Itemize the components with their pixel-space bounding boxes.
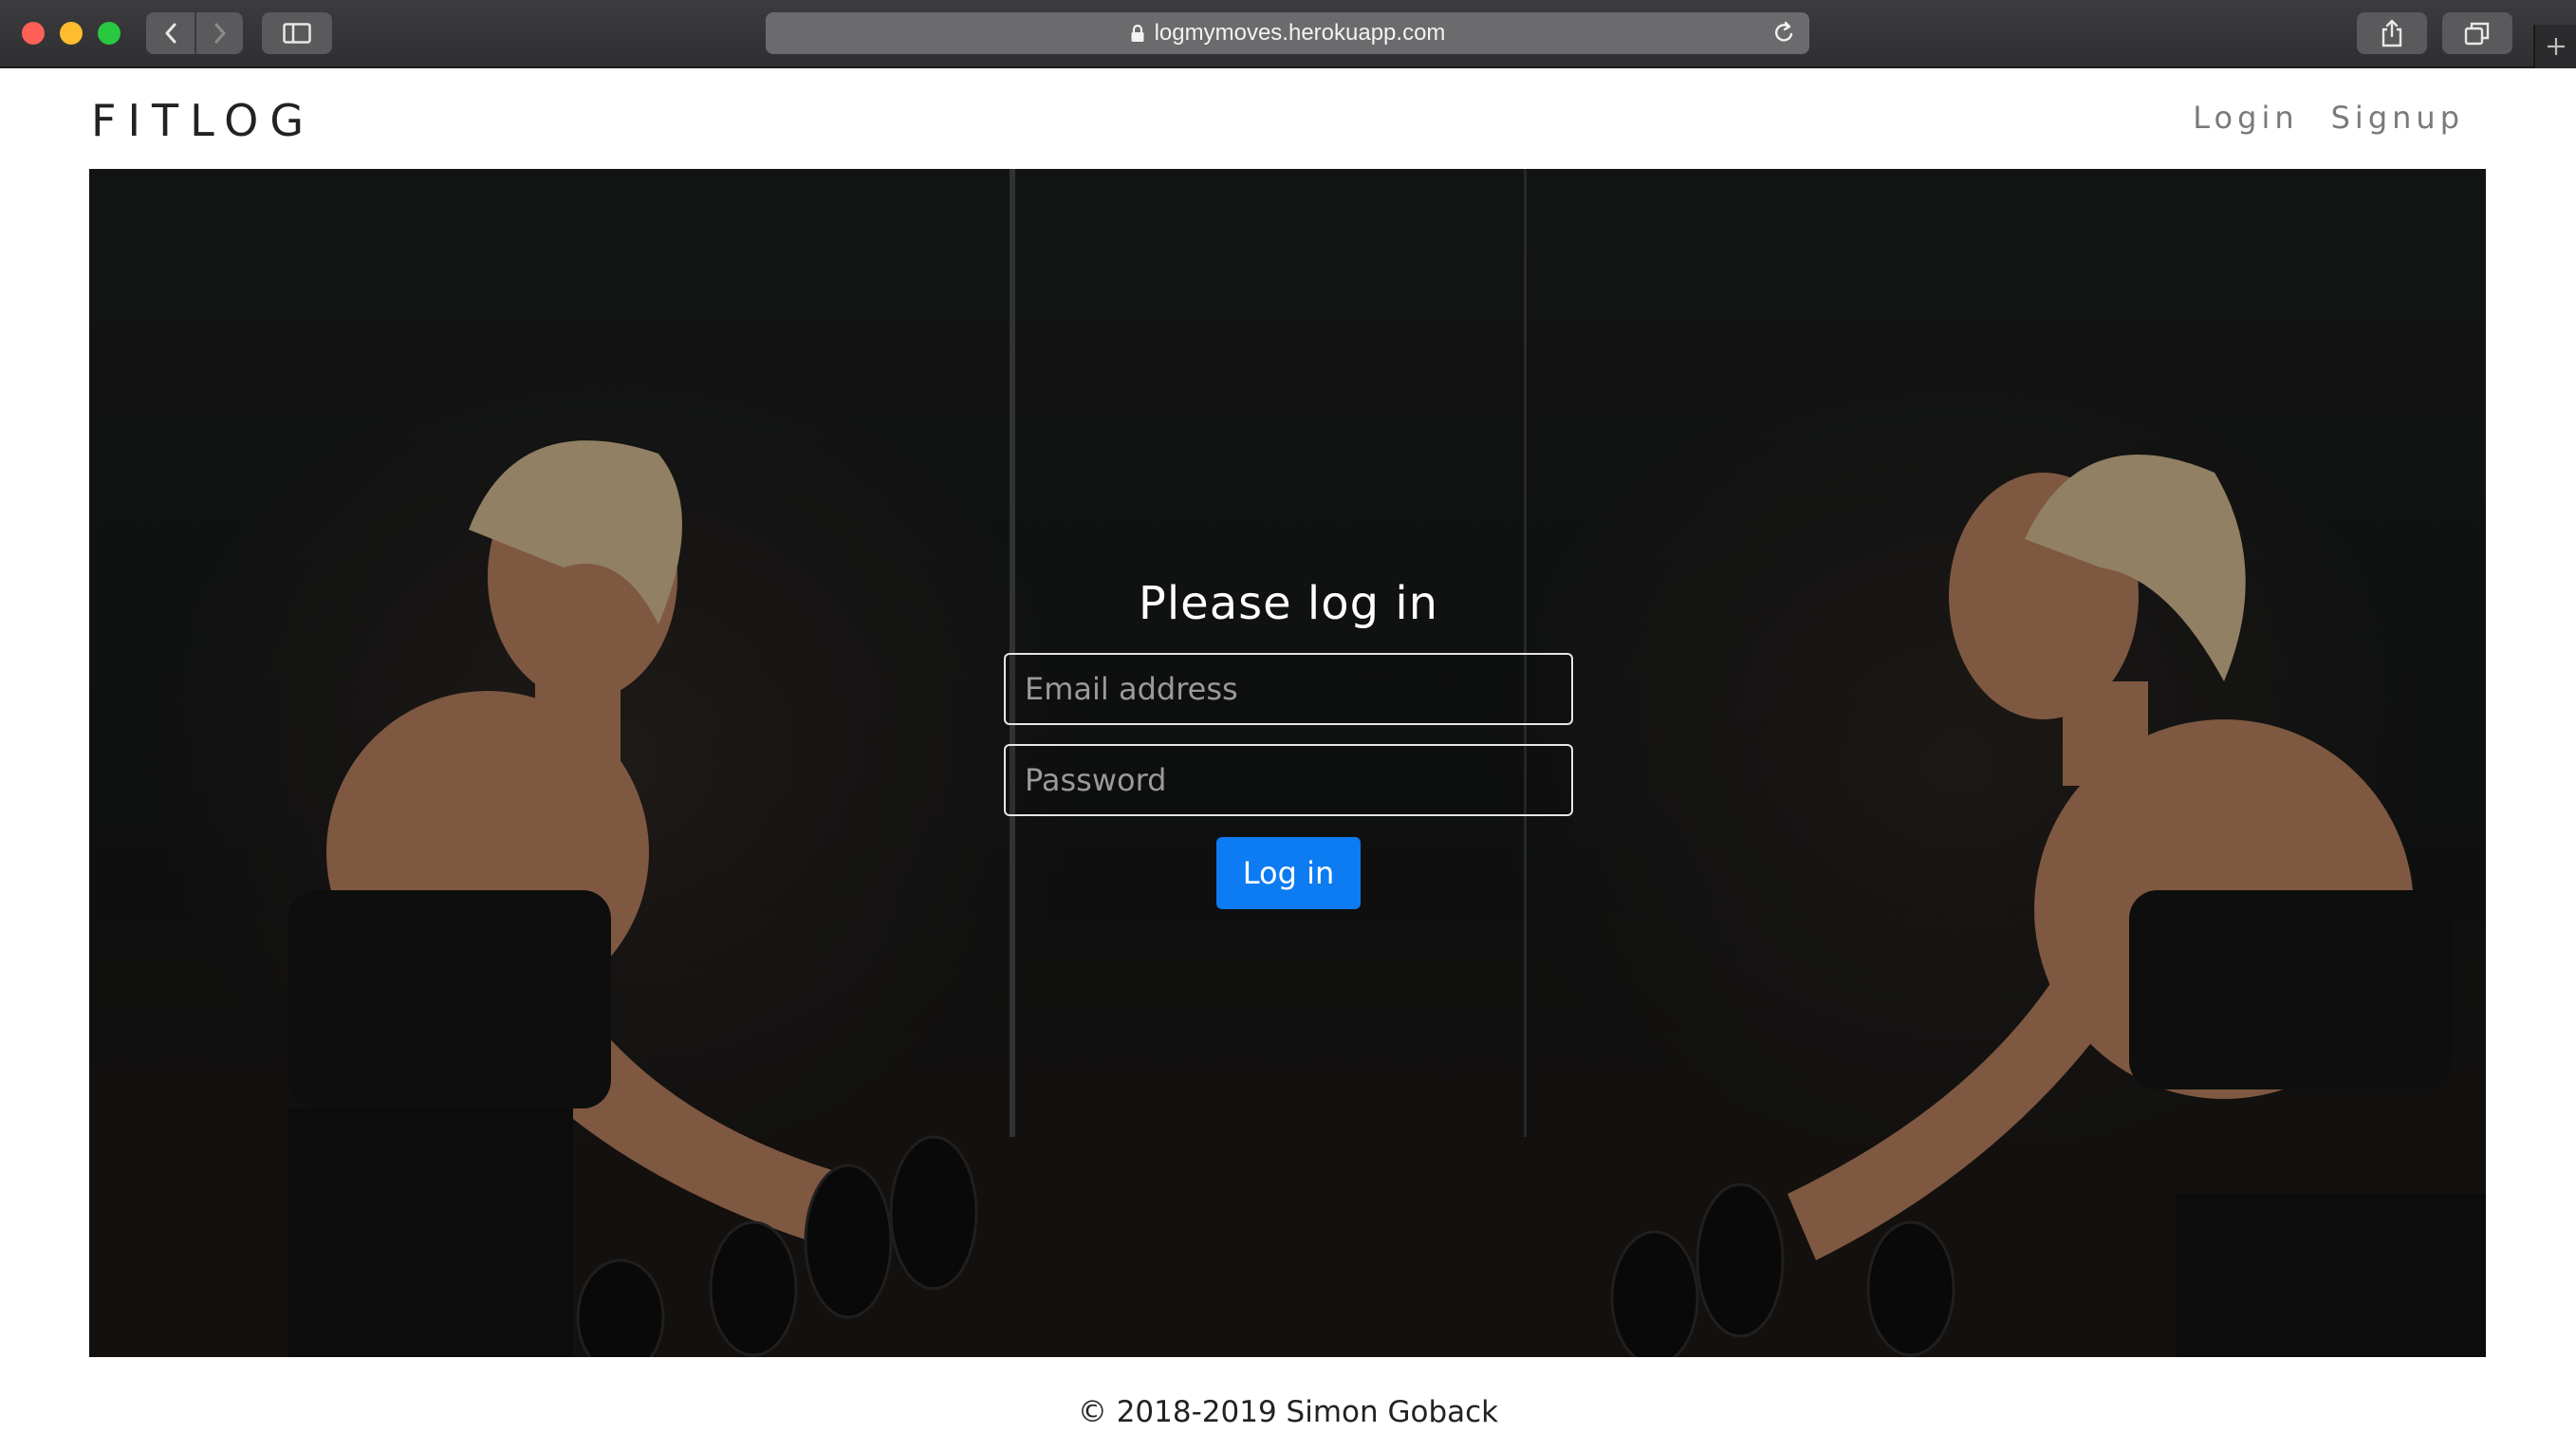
- share-icon: [2381, 19, 2402, 47]
- email-field[interactable]: [1004, 653, 1573, 725]
- zoom-window-button[interactable]: [98, 22, 120, 45]
- login-button[interactable]: Log in: [1216, 837, 1361, 909]
- sidebar-toggle-button[interactable]: [262, 12, 332, 54]
- footer-copyright: © 2018-2019 Simon Goback: [1077, 1395, 1499, 1429]
- sidebar-icon: [283, 23, 311, 44]
- chevron-right-icon: [214, 23, 225, 44]
- browser-toolbar: logmymoves.herokuapp.com: [0, 0, 2576, 68]
- tab-overview-button[interactable]: [2442, 12, 2512, 54]
- nav-login-link[interactable]: Login: [2193, 100, 2298, 136]
- tabs-overview-icon: [2464, 22, 2490, 46]
- nav-signup-link[interactable]: Signup: [2331, 100, 2464, 136]
- login-heading: Please log in: [1138, 577, 1439, 630]
- address-bar[interactable]: logmymoves.herokuapp.com: [766, 12, 1809, 54]
- close-window-button[interactable]: [22, 22, 45, 45]
- hero-section: Please log in Log in: [89, 169, 2486, 1357]
- history-navigation: [146, 12, 243, 54]
- site-nav: Login Signup: [2193, 100, 2464, 136]
- minimize-window-button[interactable]: [60, 22, 83, 45]
- plus-icon: [2547, 38, 2565, 55]
- password-field[interactable]: [1004, 744, 1573, 816]
- new-tab-button[interactable]: [2533, 25, 2576, 68]
- site-logo[interactable]: FITLOG: [91, 95, 315, 146]
- share-button[interactable]: [2357, 12, 2427, 54]
- lock-icon: [1130, 24, 1145, 43]
- url-text: logmymoves.herokuapp.com: [1154, 20, 1446, 46]
- reload-icon[interactable]: [1771, 20, 1796, 53]
- chevron-left-icon: [165, 23, 176, 44]
- forward-button[interactable]: [195, 12, 243, 54]
- login-form: Please log in Log in: [1004, 577, 1573, 909]
- back-button[interactable]: [146, 12, 195, 54]
